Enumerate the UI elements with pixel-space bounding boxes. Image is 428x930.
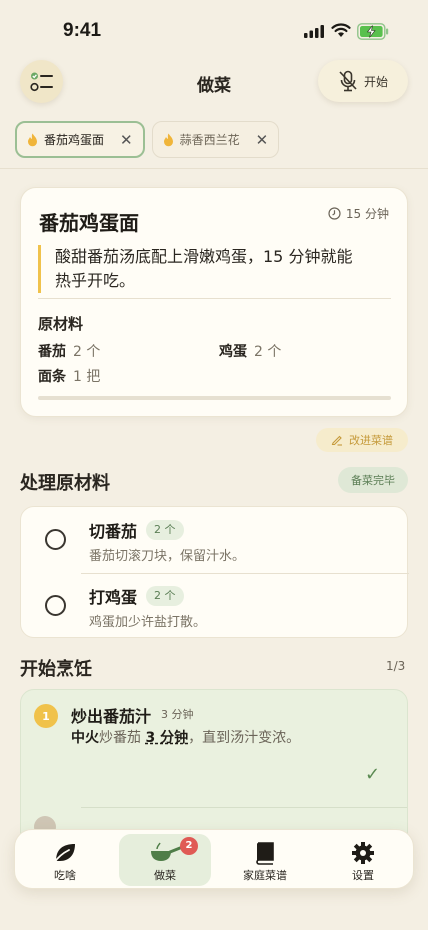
battery-charging-icon <box>357 23 389 40</box>
gear-icon <box>352 842 374 864</box>
recipe-tabs: 番茄鸡蛋面 ✕ 蒜香西兰花 ✕ <box>15 121 280 159</box>
step-counter: 1/3 <box>386 659 406 673</box>
nav-item-cook[interactable]: 2 做菜 <box>119 834 211 886</box>
prep-item-desc: 鸡蛋加少许盐打散。 <box>89 615 207 630</box>
ingredient-item: 面条 1 把 <box>38 366 100 386</box>
improve-label: 改进菜谱 <box>349 434 393 447</box>
ingredient-name: 番茄 <box>38 344 66 360</box>
header: 做菜 开始 <box>0 58 428 108</box>
nav-label: 吃啥 <box>54 869 76 882</box>
bottom-nav: 吃啥 2 做菜 家庭菜谱 设置 <box>14 829 414 889</box>
step-title: 炒出番茄汁 <box>71 707 152 726</box>
checkmark-icon[interactable]: ✓ <box>365 764 380 785</box>
notification-badge: 2 <box>180 837 198 855</box>
step-instruction: 中火炒番茄 3 分钟，直到汤汁变浓。 <box>71 727 300 747</box>
recipe-name: 番茄鸡蛋面 <box>39 211 139 235</box>
wok-icon <box>151 842 182 861</box>
nav-label: 家庭菜谱 <box>243 869 287 882</box>
timer-highlight[interactable]: 3 分钟 <box>145 730 188 746</box>
tab-label: 番茄鸡蛋面 <box>44 133 105 147</box>
divider <box>38 298 391 299</box>
recipe-time-text: 15 分钟 <box>345 207 389 221</box>
ingredient-qty: 1 把 <box>73 369 101 385</box>
prep-item-name: 打鸡蛋 <box>89 588 138 607</box>
qty-badge: 2 个 <box>146 520 184 540</box>
mic-off-icon <box>339 70 357 92</box>
wifi-icon <box>331 23 351 37</box>
close-icon[interactable]: ✕ <box>120 131 133 149</box>
step-number: 1 <box>34 704 58 728</box>
prep-list: 切番茄 2 个 番茄切滚刀块，保留汁水。 打鸡蛋 2 个 鸡蛋加少许盐打散。 <box>20 506 409 639</box>
prep-done-button[interactable]: 备菜完毕 <box>338 467 408 493</box>
prep-item[interactable]: 打鸡蛋 2 个 鸡蛋加少许盐打散。 <box>21 573 409 639</box>
start-label: 开始 <box>363 74 388 89</box>
card-scrollbar[interactable] <box>38 396 391 400</box>
signal-icon <box>304 25 324 38</box>
recipe-card: 番茄鸡蛋面 15 分钟 酸甜番茄汤底配上滑嫩鸡蛋，15 分钟就能热乎开吃。 原材… <box>20 187 408 417</box>
checkbox[interactable] <box>45 529 66 550</box>
step-text: 炒番茄 <box>99 730 141 746</box>
qty-badge: 2 个 <box>146 586 184 606</box>
prep-item[interactable]: 切番茄 2 个 番茄切滚刀块，保留汁水。 <box>21 507 409 574</box>
heat-level: 中火 <box>71 730 99 746</box>
clock-icon <box>328 207 341 220</box>
ingredient-item: 番茄 2 个 <box>38 341 100 361</box>
start-voice-button[interactable]: 开始 <box>318 60 408 102</box>
improve-recipe-button[interactable]: 改进菜谱 <box>316 428 408 452</box>
recipe-time: 15 分钟 <box>328 205 389 222</box>
prep-section-title: 处理原材料 <box>20 473 110 494</box>
pencil-icon <box>331 435 342 446</box>
ingredient-name: 鸡蛋 <box>219 344 247 360</box>
tab-garlic-broccoli[interactable]: 蒜香西兰花 ✕ <box>151 121 280 158</box>
step-duration: 3 分钟 <box>161 708 194 721</box>
status-bar: 9:41 <box>0 0 428 56</box>
prep-item-name: 切番茄 <box>89 522 138 541</box>
fire-icon <box>163 133 173 146</box>
ingredients-title: 原材料 <box>38 315 84 333</box>
ingredient-qty: 2 个 <box>73 344 101 360</box>
nav-item-eat[interactable]: 吃啥 <box>19 834 111 886</box>
prep-item-desc: 番茄切滚刀块，保留汁水。 <box>89 549 246 564</box>
nav-item-settings[interactable]: 设置 <box>317 834 409 886</box>
cooking-section-title: 开始烹饪 <box>20 659 92 680</box>
tab-label: 蒜香西兰花 <box>179 133 240 147</box>
checkbox[interactable] <box>45 595 66 616</box>
status-time: 9:41 <box>63 20 102 41</box>
close-icon[interactable]: ✕ <box>256 131 269 149</box>
ingredient-item: 鸡蛋 2 个 <box>219 341 281 361</box>
ingredient-qty: 2 个 <box>254 344 282 360</box>
nav-label: 做菜 <box>154 869 176 882</box>
step-card[interactable]: 1 炒出番茄汁 3 分钟 中火炒番茄 3 分钟，直到汤汁变浓。 ✓ <box>20 689 408 849</box>
book-icon <box>256 842 274 865</box>
recipe-description: 酸甜番茄汤底配上滑嫩鸡蛋，15 分钟就能热乎开吃。 <box>38 245 358 293</box>
step-text: ，直到汤汁变浓。 <box>188 730 301 746</box>
fire-icon <box>28 133 37 146</box>
ingredient-name: 面条 <box>38 369 66 385</box>
nav-label: 设置 <box>352 869 374 882</box>
divider <box>81 807 407 808</box>
tab-tomato-egg-noodle[interactable]: 番茄鸡蛋面 ✕ <box>15 121 145 158</box>
nav-item-family-recipes[interactable]: 家庭菜谱 <box>219 834 311 886</box>
divider <box>0 168 428 169</box>
leaf-icon <box>53 844 75 864</box>
